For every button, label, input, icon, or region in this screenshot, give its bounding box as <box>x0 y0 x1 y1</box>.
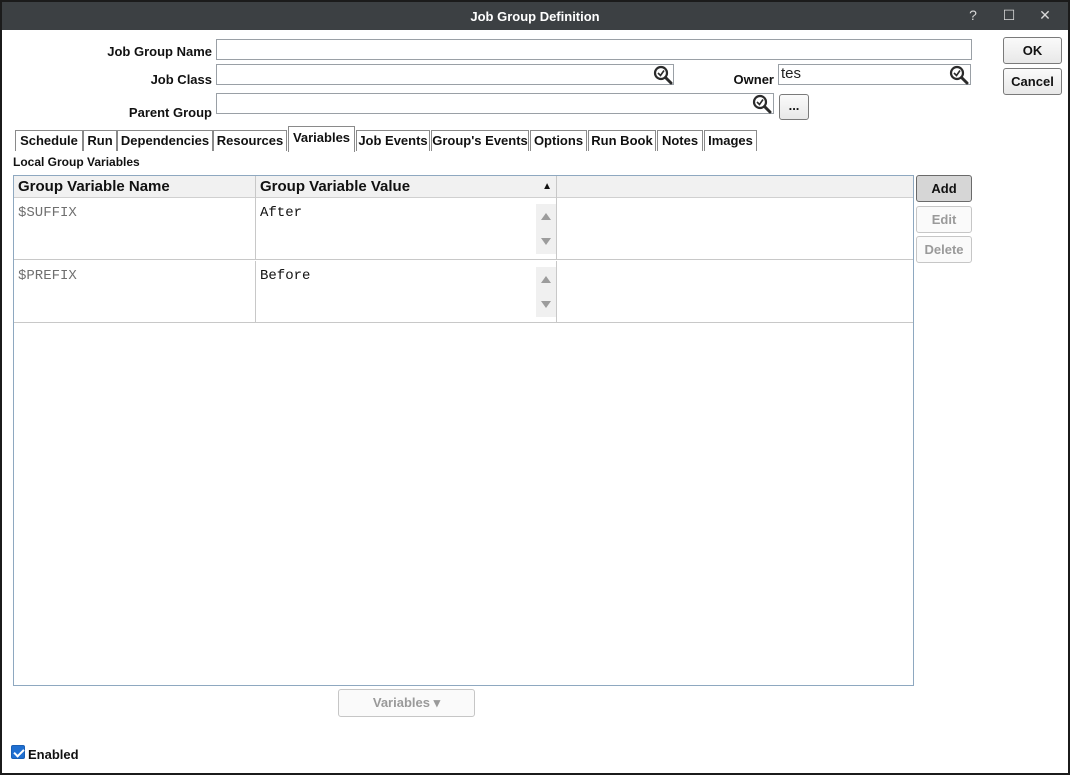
enabled-checkbox[interactable] <box>11 745 25 759</box>
tab-groups-events[interactable]: Group's Events <box>431 130 529 151</box>
table-row[interactable]: $PREFIX Before <box>14 261 913 323</box>
variable-name-cell: $SUFFIX <box>14 198 256 259</box>
sort-ascending-icon: ▲ <box>542 181 552 192</box>
local-group-variables-title: Local Group Variables <box>13 155 140 169</box>
tab-resources[interactable]: Resources <box>213 130 287 151</box>
scroll-up-icon[interactable] <box>541 213 551 220</box>
maximize-icon[interactable]: ☐ <box>999 5 1019 25</box>
edit-button[interactable]: Edit <box>916 206 972 233</box>
delete-button[interactable]: Delete <box>916 236 972 263</box>
owner-input[interactable]: tes <box>778 64 971 85</box>
variables-table: Group Variable Name Group Variable Value… <box>13 175 914 686</box>
cancel-button[interactable]: Cancel <box>1003 68 1062 95</box>
column-header-name[interactable]: Group Variable Name <box>14 176 256 198</box>
tab-variables[interactable]: Variables <box>288 126 355 152</box>
job-group-definition-dialog: Job Group Definition ? ☐ ✕ Job Group Nam… <box>0 0 1070 775</box>
scroll-down-icon[interactable] <box>541 238 551 245</box>
scroll-up-icon[interactable] <box>541 276 551 283</box>
ok-button[interactable]: OK <box>1003 37 1062 64</box>
variable-value-text: After <box>260 205 303 221</box>
tab-job-events[interactable]: Job Events <box>356 130 430 151</box>
tab-run-book[interactable]: Run Book <box>588 130 656 151</box>
enabled-label: Enabled <box>28 747 79 762</box>
owner-lookup-icon[interactable] <box>949 65 969 85</box>
parent-group-input[interactable] <box>216 93 774 114</box>
tab-notes[interactable]: Notes <box>657 130 703 151</box>
value-scrollbar[interactable] <box>536 204 556 254</box>
dialog-title: Job Group Definition <box>470 9 600 24</box>
table-header: Group Variable Name Group Variable Value… <box>14 176 913 198</box>
variable-name-cell: $PREFIX <box>14 261 256 322</box>
tab-images[interactable]: Images <box>704 130 757 151</box>
value-scrollbar[interactable] <box>536 267 556 317</box>
job-class-lookup-icon[interactable] <box>653 65 673 85</box>
variable-value-text: Before <box>260 268 311 284</box>
table-row[interactable]: $SUFFIX After <box>14 198 913 260</box>
title-bar: Job Group Definition ? ☐ ✕ <box>2 2 1068 30</box>
scroll-down-icon[interactable] <box>541 301 551 308</box>
variable-value-cell[interactable]: After <box>256 198 557 259</box>
tab-options[interactable]: Options <box>530 130 587 151</box>
parent-group-lookup-icon[interactable] <box>752 94 772 114</box>
variables-menu-button[interactable]: Variables ▾ <box>338 689 475 717</box>
variable-value-cell[interactable]: Before <box>256 261 557 322</box>
tab-schedule[interactable]: Schedule <box>15 130 83 151</box>
tab-dependencies[interactable]: Dependencies <box>117 130 213 151</box>
job-class-label: Job Class <box>150 72 212 87</box>
job-group-name-label: Job Group Name <box>107 44 212 59</box>
tab-run[interactable]: Run <box>83 130 117 151</box>
parent-group-browse-button[interactable]: ... <box>779 94 809 120</box>
column-header-value[interactable]: Group Variable Value ▲ <box>256 176 557 198</box>
parent-group-label: Parent Group <box>128 105 212 120</box>
job-group-name-input[interactable] <box>216 39 972 60</box>
owner-label: Owner <box>733 72 774 87</box>
job-class-input[interactable] <box>216 64 674 85</box>
column-header-value-label: Group Variable Value <box>260 178 411 195</box>
close-icon[interactable]: ✕ <box>1035 5 1055 25</box>
help-icon[interactable]: ? <box>963 5 983 25</box>
add-button[interactable]: Add <box>916 175 972 202</box>
